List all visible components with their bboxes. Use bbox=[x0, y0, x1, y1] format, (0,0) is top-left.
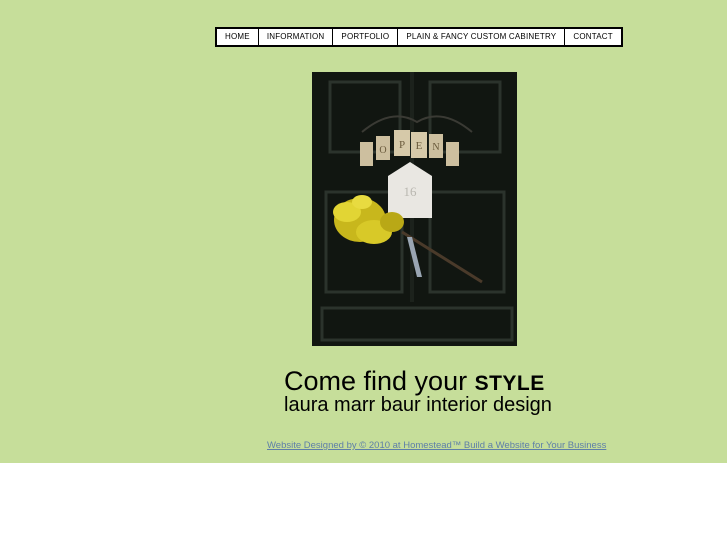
nav-portfolio[interactable]: PORTFOLIO bbox=[333, 29, 399, 45]
tagline-emphasis: STYLE bbox=[474, 372, 545, 395]
hero-photo: O P E N 16 bbox=[312, 72, 517, 346]
door-illustration: O P E N 16 bbox=[312, 72, 517, 346]
nav-information[interactable]: INFORMATION bbox=[259, 29, 334, 45]
tagline-prefix: Come find your bbox=[284, 366, 475, 396]
company-name: laura marr baur interior design bbox=[284, 394, 552, 416]
top-navigation: HOME INFORMATION PORTFOLIO PLAIN & FANCY… bbox=[215, 27, 623, 47]
house-number: 16 bbox=[404, 184, 418, 199]
sign-letter-n: N bbox=[432, 142, 439, 153]
nav-home[interactable]: HOME bbox=[217, 29, 259, 45]
nav-contact[interactable]: CONTACT bbox=[565, 29, 620, 45]
sign-letter-e: E bbox=[416, 140, 423, 152]
footer-credit-link[interactable]: Website Designed by © 2010 at Homestead™… bbox=[267, 440, 606, 451]
nav-custom-cabinetry[interactable]: PLAIN & FANCY CUSTOM CABINETRY bbox=[398, 29, 566, 45]
sign-letter-o: O bbox=[379, 145, 386, 156]
sign-letter-p: P bbox=[399, 139, 405, 151]
